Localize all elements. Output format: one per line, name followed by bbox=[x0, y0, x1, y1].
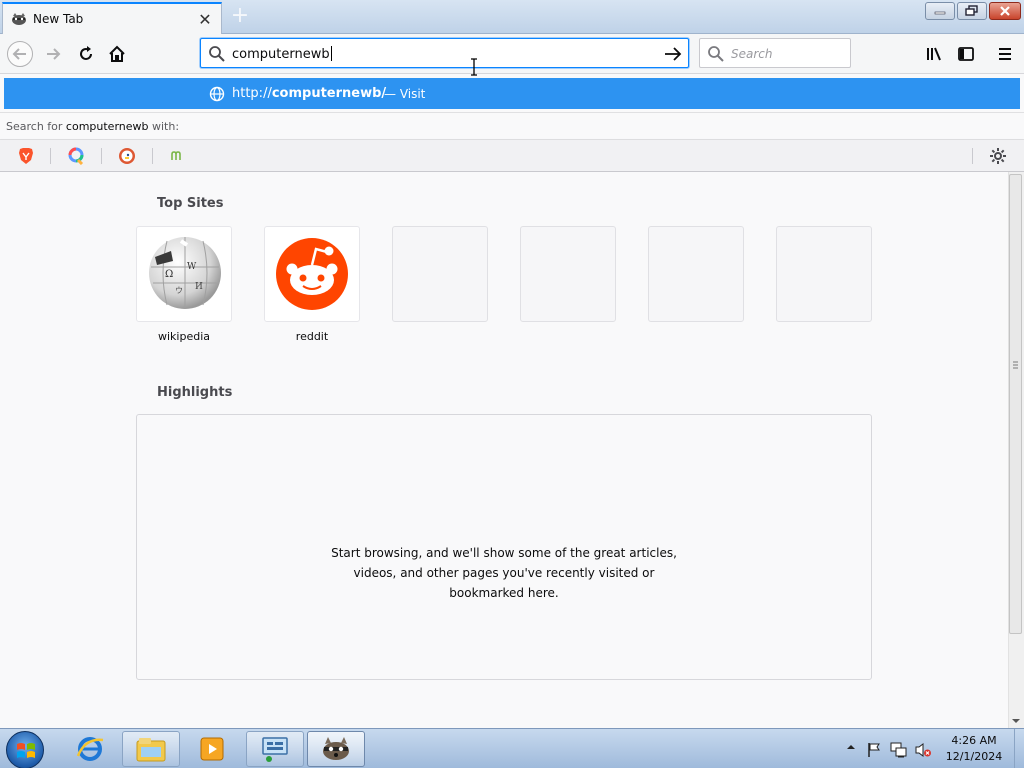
home-icon bbox=[109, 45, 125, 62]
top-site-label: reddit bbox=[295, 330, 329, 343]
clock-date: 12/1/2024 bbox=[945, 750, 1003, 763]
taskbar-media-player[interactable] bbox=[183, 731, 241, 767]
scroll-down-arrow-icon[interactable] bbox=[1011, 714, 1021, 728]
highlights-empty-state: Start browsing, and we'll show some of t… bbox=[136, 414, 872, 680]
network-icon bbox=[262, 737, 288, 762]
taskbar-network[interactable] bbox=[246, 731, 304, 767]
svg-text:ウ: ウ bbox=[175, 286, 183, 295]
search-bar[interactable]: Search bbox=[699, 38, 851, 68]
mojeek-icon[interactable] bbox=[168, 146, 188, 166]
volume-muted-icon[interactable] bbox=[914, 742, 932, 758]
menu-button[interactable] bbox=[991, 40, 1019, 68]
windows-logo-icon bbox=[17, 743, 35, 758]
restore-icon bbox=[965, 5, 978, 16]
forward-arrow-icon bbox=[47, 48, 61, 60]
network-status-icon[interactable] bbox=[890, 742, 908, 758]
highlights-heading: Highlights bbox=[157, 385, 233, 400]
brave-icon[interactable] bbox=[16, 146, 36, 166]
back-button[interactable] bbox=[6, 40, 34, 68]
search-placeholder: Search bbox=[731, 47, 773, 61]
hamburger-menu-icon bbox=[999, 48, 1011, 60]
system-clock[interactable]: 4:26 AM 12/1/2024 bbox=[940, 733, 1008, 765]
file-explorer-icon bbox=[136, 738, 166, 762]
tab-new-tab[interactable]: New Tab ✕ bbox=[2, 2, 222, 34]
scrollbar-thumb[interactable] bbox=[1009, 174, 1022, 634]
autocomplete-visit-label: — Visit bbox=[384, 87, 426, 101]
grip-icon bbox=[1013, 361, 1018, 369]
forward-button[interactable] bbox=[40, 40, 68, 68]
tab-title: New Tab bbox=[33, 12, 84, 26]
home-button[interactable] bbox=[103, 40, 131, 68]
show-hidden-icons-icon[interactable] bbox=[846, 742, 856, 752]
taskbar-firefox[interactable] bbox=[307, 731, 365, 767]
top-site-tile-empty[interactable] bbox=[776, 226, 872, 322]
search-icon bbox=[707, 45, 725, 66]
window-close-button[interactable] bbox=[989, 2, 1021, 20]
url-bar[interactable]: computernewb bbox=[200, 38, 689, 68]
search-with-label: Search for computernewb with: bbox=[0, 112, 1024, 140]
highlights-message: Start browsing, and we'll show some of t… bbox=[331, 546, 677, 600]
top-sites-heading: Top Sites bbox=[157, 196, 224, 211]
top-site-tile-empty[interactable] bbox=[648, 226, 744, 322]
window-restore-button[interactable] bbox=[957, 2, 987, 20]
back-arrow-icon bbox=[7, 41, 33, 67]
library-button[interactable] bbox=[920, 40, 948, 68]
navigation-toolbar: computernewb Search bbox=[0, 34, 1024, 76]
windows-taskbar: 4:26 AM 12/1/2024 bbox=[0, 728, 1024, 768]
autocomplete-visit-row[interactable]: http://computernewb/ — Visit bbox=[4, 78, 1020, 109]
reload-icon bbox=[80, 46, 92, 60]
search-settings-gear-icon[interactable] bbox=[988, 146, 1008, 169]
close-x-icon bbox=[1000, 6, 1010, 16]
clock-time: 4:26 AM bbox=[951, 734, 997, 747]
top-site-tile-reddit[interactable] bbox=[264, 226, 360, 322]
media-player-icon bbox=[200, 737, 224, 761]
top-site-tile-empty[interactable] bbox=[392, 226, 488, 322]
raccoon-favicon-icon bbox=[11, 11, 27, 27]
qwant-icon[interactable] bbox=[66, 146, 86, 166]
go-arrow-icon[interactable] bbox=[663, 44, 683, 67]
show-desktop-button[interactable] bbox=[1014, 729, 1024, 768]
svg-text:Ω: Ω bbox=[165, 269, 173, 280]
minimize-icon bbox=[934, 11, 946, 15]
window-minimize-button[interactable] bbox=[925, 2, 955, 20]
internet-explorer-icon bbox=[76, 737, 104, 761]
search-icon bbox=[208, 45, 226, 66]
sidebar-icon bbox=[958, 47, 974, 61]
autocomplete-url: http://computernewb/ bbox=[232, 86, 387, 101]
library-icon bbox=[927, 47, 941, 61]
one-off-search-engines bbox=[0, 140, 1024, 172]
taskbar-internet-explorer[interactable] bbox=[61, 731, 119, 767]
reload-button[interactable] bbox=[72, 40, 100, 68]
svg-text:W: W bbox=[187, 262, 197, 272]
top-site-tile-wikipedia[interactable]: Ω W И ウ bbox=[136, 226, 232, 322]
globe-icon bbox=[209, 86, 225, 105]
taskbar-file-explorer[interactable] bbox=[122, 731, 180, 767]
url-input[interactable]: computernewb bbox=[232, 46, 332, 62]
top-site-label: wikipedia bbox=[157, 330, 210, 343]
new-tab-button[interactable]: + bbox=[228, 5, 252, 28]
tab-strip: New Tab ✕ + bbox=[0, 0, 1024, 34]
start-button[interactable] bbox=[6, 731, 44, 768]
sidebar-button[interactable] bbox=[952, 40, 980, 68]
text-cursor-icon bbox=[469, 58, 479, 79]
svg-text:И: И bbox=[195, 282, 203, 292]
wikipedia-icon: Ω W И ウ bbox=[149, 237, 221, 309]
duckduckgo-icon[interactable] bbox=[117, 146, 137, 166]
tab-close-icon[interactable]: ✕ bbox=[195, 10, 215, 29]
top-site-tile-empty[interactable] bbox=[520, 226, 616, 322]
firefox-icon bbox=[323, 737, 349, 760]
action-center-flag-icon[interactable] bbox=[866, 742, 882, 758]
reddit-icon bbox=[276, 238, 348, 310]
